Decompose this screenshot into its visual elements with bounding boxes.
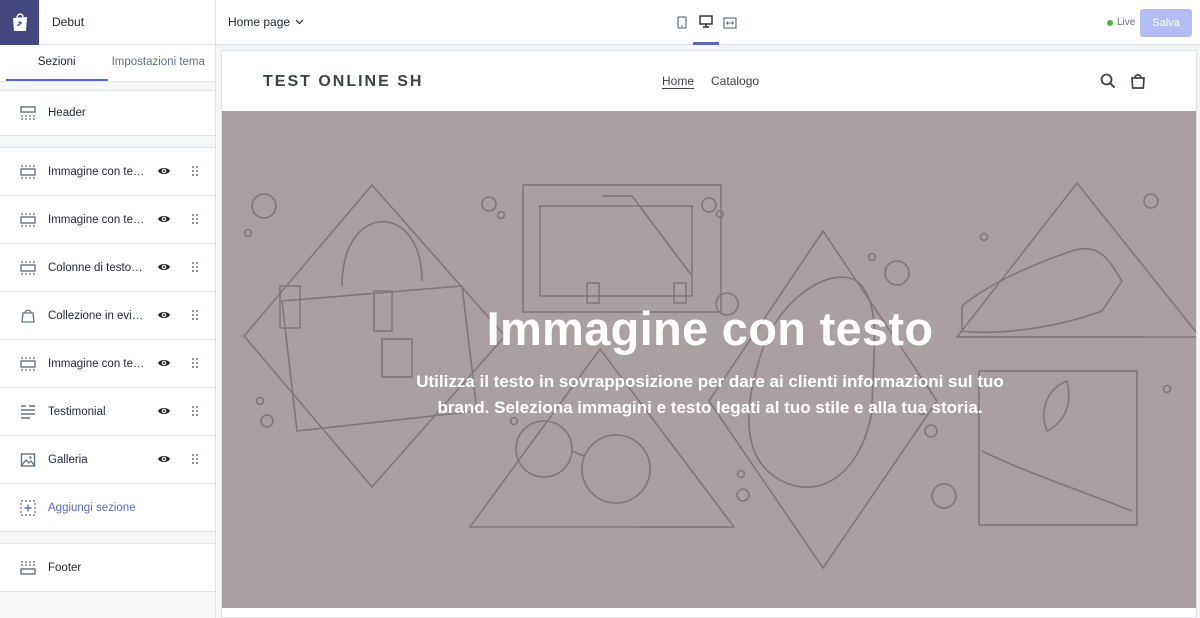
section-item-testimonial[interactable]: Testimonial [0, 388, 215, 436]
eye-icon[interactable] [157, 452, 171, 466]
add-section-label: Aggiungi sezione [48, 501, 136, 514]
section-label: Immagine con testo [48, 357, 145, 370]
nav-link-home[interactable]: Home [662, 74, 695, 89]
eye-icon[interactable] [157, 164, 171, 178]
drag-handle-icon[interactable] [191, 213, 199, 225]
section-item-header[interactable]: Header [0, 90, 215, 136]
editor-topbar: Home page Live Salva [216, 0, 1200, 45]
testimonial-icon [19, 404, 37, 420]
section-label: Colonne di testo c... [48, 261, 145, 274]
section-label: Testimonial [48, 405, 106, 418]
image-with-text-icon [19, 212, 37, 228]
theme-name: Debut [52, 15, 85, 29]
section-item-image-with-text[interactable]: Immagine con testo [0, 148, 215, 196]
fullwidth-icon[interactable] [717, 0, 743, 45]
section-item-featured-collection[interactable]: Collezione in evid... [0, 292, 215, 340]
section-label: Immagine con testo [48, 213, 145, 226]
image-with-text-icon [19, 164, 37, 180]
theme-editor-sidebar: Debut Sezioni Impostazioni tema Header I… [0, 0, 216, 618]
add-section-icon [19, 499, 37, 516]
live-dot [1107, 19, 1113, 26]
tab-impostazioni-tema[interactable]: Impostazioni tema [108, 45, 210, 81]
featured-collection-icon [19, 308, 37, 324]
eye-icon[interactable] [157, 308, 171, 322]
eye-icon[interactable] [157, 356, 171, 370]
header-layout-icon [19, 105, 37, 121]
save-button[interactable]: Salva [1140, 9, 1192, 37]
chevron-down-icon [295, 19, 304, 25]
tab-sezioni[interactable]: Sezioni [6, 45, 108, 81]
nav-link-catalogo[interactable]: Catalogo [711, 74, 759, 89]
drag-handle-icon[interactable] [191, 405, 199, 417]
image-with-text-icon [19, 356, 37, 372]
section-label: Immagine con testo [48, 165, 145, 178]
search-icon[interactable] [1100, 73, 1116, 92]
section-item-text-columns[interactable]: Colonne di testo c... [0, 244, 215, 292]
section-item-image-with-text[interactable]: Immagine con testo [0, 340, 215, 388]
section-divider [0, 532, 215, 544]
section-label: Header [48, 107, 86, 119]
store-header: TEST ONLINE SH Home Catalogo [222, 51, 1196, 111]
text-columns-icon [19, 260, 37, 276]
eye-icon[interactable] [157, 260, 171, 274]
store-header-icons [1100, 73, 1146, 92]
section-label: Collezione in evid... [48, 309, 145, 322]
section-label: Footer [48, 561, 82, 574]
mobile-icon[interactable] [669, 0, 695, 45]
live-status: Live [1107, 17, 1135, 28]
drag-handle-icon[interactable] [191, 309, 199, 321]
section-label: Galleria [48, 453, 88, 466]
drag-handle-icon[interactable] [191, 261, 199, 273]
sidebar-tabs: Sezioni Impostazioni tema [0, 45, 215, 82]
sidebar-brandbar: Debut [0, 0, 215, 45]
drag-handle-icon[interactable] [191, 357, 199, 369]
desktop-icon[interactable] [693, 0, 719, 45]
gallery-icon [19, 452, 37, 468]
page-selector[interactable]: Home page [228, 15, 304, 29]
section-item-image-with-text[interactable]: Immagine con testo [0, 196, 215, 244]
drag-handle-icon[interactable] [191, 165, 199, 177]
cart-icon[interactable] [1130, 73, 1146, 92]
page-selector-label: Home page [228, 15, 291, 29]
shopify-bag-icon[interactable] [0, 0, 39, 45]
section-divider [0, 136, 215, 148]
live-label: Live [1117, 17, 1136, 28]
eye-icon[interactable] [157, 212, 171, 226]
section-list: Header Immagine con testo Immagine con t… [0, 90, 215, 592]
section-item-footer[interactable]: Footer [0, 544, 215, 592]
hero-background-illustration [242, 181, 1196, 570]
eye-icon[interactable] [157, 404, 171, 418]
store-logo[interactable]: TEST ONLINE SH [263, 73, 423, 91]
store-nav: Home Catalogo [662, 74, 759, 89]
hero-title: Immagine con testo [486, 302, 934, 355]
footer-layout-icon [19, 560, 37, 576]
store-preview: TEST ONLINE SH Home Catalogo Immagine co… [221, 50, 1197, 618]
hero-text: Utilizza il testo in sovrapposizione per… [416, 372, 1004, 417]
section-item-gallery[interactable]: Galleria [0, 436, 215, 484]
hero-image-with-text[interactable]: Immagine con testo Utilizza il testo in … [222, 111, 1196, 608]
add-section-button[interactable]: Aggiungi sezione [0, 484, 215, 532]
drag-handle-icon[interactable] [191, 453, 199, 465]
